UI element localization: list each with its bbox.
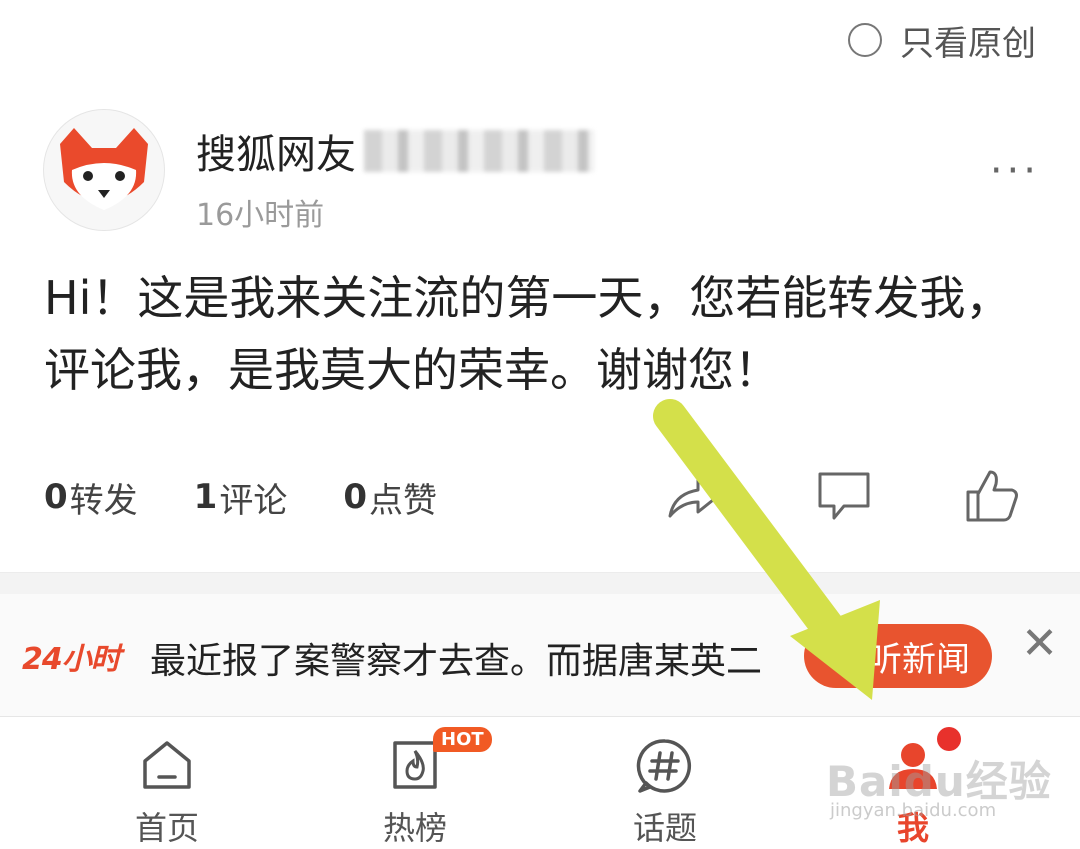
comment-count-number: 1 (193, 477, 218, 517)
tab-hot[interactable]: HOT 热榜 (335, 717, 495, 847)
author-name[interactable]: 搜狐网友 (196, 122, 594, 180)
comment-label: 评论 (219, 480, 288, 521)
only-original-label: 只看原创 (900, 23, 1036, 64)
hashtag-icon (636, 739, 692, 793)
author-name-text: 搜狐网友 (196, 132, 356, 178)
comment-count[interactable]: 1 评论 (194, 473, 288, 522)
fox-avatar-icon (44, 110, 164, 230)
post-stats: 0 转发 1 评论 0 点赞 (44, 473, 437, 522)
repost-count[interactable]: 0 转发 (44, 473, 138, 522)
like-label: 点赞 (369, 480, 438, 521)
close-icon[interactable]: ✕ (1021, 618, 1058, 669)
tab-home-label: 首页 (134, 809, 199, 847)
only-original-filter[interactable]: 只看原创 (848, 18, 1036, 64)
like-count[interactable]: 0 点赞 (343, 473, 437, 522)
post-time: 16小时前 (196, 198, 325, 233)
repost-label: 转发 (69, 480, 138, 521)
comment-icon[interactable] (814, 466, 874, 526)
listen-news-button[interactable]: 听新闻 (804, 624, 992, 688)
like-count-number: 0 (343, 477, 368, 517)
news-ticker[interactable]: 最近报了案警察才去查。而据唐某英二 (150, 632, 790, 684)
tab-home[interactable]: 首页 (87, 717, 247, 847)
section-divider (0, 572, 1080, 595)
hot-badge: HOT (433, 727, 492, 752)
share-icon[interactable] (664, 466, 724, 526)
avatar[interactable] (44, 110, 164, 230)
like-icon[interactable] (962, 466, 1022, 526)
blurred-username (364, 130, 594, 172)
home-icon (143, 741, 191, 789)
24h-logo: 24小时 (22, 642, 121, 677)
tab-topics-label: 话题 (632, 809, 697, 847)
post-text: Hi！这是我来关注流的第一天，您若能转发我，评论我，是我莫大的荣幸。谢谢您！ (44, 271, 1012, 397)
repost-count-number: 0 (44, 477, 68, 517)
tab-hot-label: 热榜 (382, 809, 447, 847)
more-dots-icon[interactable]: ··· (990, 148, 1040, 194)
radio-unchecked-icon[interactable] (848, 23, 882, 57)
news-banner[interactable]: 24小时 最近报了案警察才去查。而据唐某英二 听新闻 ✕ (0, 594, 1080, 717)
tab-topics[interactable]: 话题 (585, 717, 745, 847)
baidu-watermark-url: jingyan.baidu.com (830, 800, 997, 821)
